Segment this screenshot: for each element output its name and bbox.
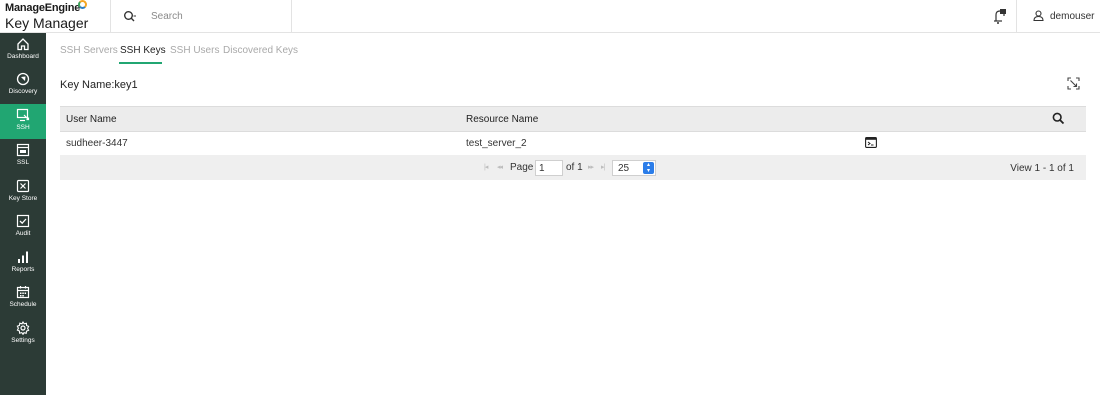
expand-icon[interactable] xyxy=(1067,77,1080,90)
sidebar-item-label: SSH xyxy=(16,124,30,131)
sidebar-item-ssl[interactable]: SSL xyxy=(0,139,46,174)
key-icon xyxy=(16,179,30,193)
bar-chart-icon xyxy=(18,251,28,263)
home-icon xyxy=(17,38,29,51)
tab-ssh-servers[interactable]: SSH Servers xyxy=(60,45,118,56)
active-tab-indicator xyxy=(119,62,162,64)
sidebar-item-reports[interactable]: Reports xyxy=(0,246,46,281)
search-dropdown-icon[interactable] xyxy=(123,10,137,24)
sidebar-item-key-store[interactable]: Key Store xyxy=(0,175,46,210)
user-name: demouser xyxy=(1050,11,1095,22)
sidebar-item-label: Reports xyxy=(11,266,35,273)
notification-icon xyxy=(994,9,1006,24)
last-page-icon[interactable]: ▸| xyxy=(601,163,605,171)
search-input[interactable] xyxy=(151,6,281,26)
page-number-input[interactable] xyxy=(535,160,563,176)
sidebar-item-label: Schedule xyxy=(9,301,37,308)
column-header-user-name[interactable]: User Name xyxy=(66,114,117,125)
sidebar-item-settings[interactable]: Settings xyxy=(0,317,46,352)
table-row[interactable]: sudheer-3447 test_server_2 xyxy=(60,132,1086,154)
tab-ssh-keys[interactable]: SSH Keys xyxy=(120,45,166,56)
user-icon xyxy=(1033,10,1044,21)
sidebar-item-label: Audit xyxy=(15,230,31,237)
ssl-certificate-icon xyxy=(16,143,30,157)
ssh-icon xyxy=(16,108,30,122)
page-label: Page xyxy=(510,162,534,173)
terminal-icon[interactable] xyxy=(865,137,877,148)
user-menu[interactable]: demouser xyxy=(1017,0,1100,33)
tab-ssh-users[interactable]: SSH Users xyxy=(170,45,219,56)
global-search xyxy=(111,0,292,33)
top-header: ManageEngine Key Manager Plus demouser xyxy=(0,0,1100,47)
cell-user-name: sudheer-3447 xyxy=(66,138,128,149)
select-arrows-icon: ▴ ▾ xyxy=(643,162,654,174)
page-size-select[interactable]: 25 ▴ ▾ xyxy=(612,160,656,176)
next-page-icon[interactable]: ▸▸ xyxy=(588,163,594,171)
sidebar-item-discovery[interactable]: Discovery xyxy=(0,68,46,103)
sidebar: Dashboard Discovery SSH SSL Key Store Au… xyxy=(0,33,46,395)
key-name-label: Key Name:key1 xyxy=(60,79,138,91)
sidebar-item-label: Discovery xyxy=(8,88,38,95)
calendar-icon xyxy=(16,286,30,299)
checklist-icon xyxy=(16,214,30,228)
column-header-resource-name[interactable]: Resource Name xyxy=(466,114,538,125)
search-icon[interactable] xyxy=(1052,112,1065,125)
view-range-text: View 1 - 1 of 1 xyxy=(1010,163,1074,174)
cell-resource-name: test_server_2 xyxy=(466,138,527,149)
sidebar-item-label: Key Store xyxy=(8,195,38,202)
brand-logo[interactable]: ManageEngine Key Manager Plus xyxy=(0,0,111,47)
sidebar-item-ssh[interactable]: SSH xyxy=(0,104,46,139)
page-count-label: of 1 xyxy=(566,162,583,173)
compass-icon xyxy=(16,72,30,86)
gear-icon xyxy=(16,321,30,335)
sidebar-item-label: Dashboard xyxy=(7,53,39,60)
table-header: User Name Resource Name xyxy=(60,106,1086,132)
sidebar-item-audit[interactable]: Audit xyxy=(0,210,46,245)
sidebar-item-dashboard[interactable]: Dashboard xyxy=(0,33,46,68)
first-page-icon[interactable]: |◂ xyxy=(484,163,488,171)
notification-button[interactable] xyxy=(984,0,1017,33)
brand-company-name: ManageEngine xyxy=(5,0,88,14)
sidebar-item-label: Settings xyxy=(11,337,35,344)
page-size-value: 25 xyxy=(618,163,630,174)
sidebar-item-schedule[interactable]: Schedule xyxy=(0,281,46,316)
logo-mark-icon xyxy=(78,0,88,9)
sidebar-item-label: SSL xyxy=(16,159,30,166)
previous-page-icon[interactable]: ◂◂ xyxy=(497,163,503,171)
pagination-bar: |◂ ◂◂ Page of 1 ▸▸ ▸| 25 ▴▾ View 1 - 1 o… xyxy=(60,155,1086,180)
tab-discovered-keys[interactable]: Discovered Keys xyxy=(223,45,298,56)
